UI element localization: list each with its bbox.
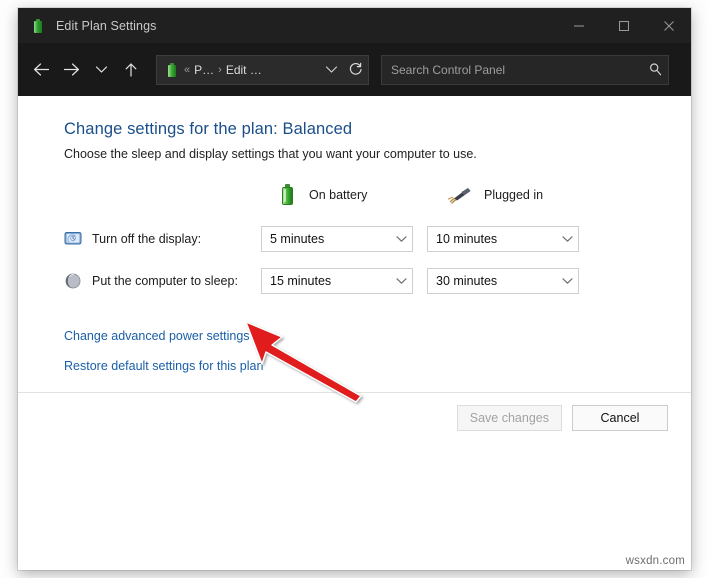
content-area: Change settings for the plan: Balanced C… [18,96,691,570]
refresh-icon[interactable] [342,62,368,77]
dropdown-display-on-battery[interactable]: 5 minutes [261,226,413,252]
site-watermark: wsxdn.com [625,555,685,567]
column-header-plugged-in: Plugged in [446,184,543,206]
breadcrumb-item-0[interactable]: P… [194,63,214,77]
page-subtitle: Choose the sleep and display settings th… [64,147,477,161]
recent-locations-chevron-down-icon[interactable] [86,53,116,87]
link-restore-default-settings[interactable]: Restore default settings for this plan [64,359,263,373]
save-changes-button[interactable]: Save changes [456,405,562,431]
battery-icon [30,18,46,34]
power-plug-icon [446,185,472,205]
search-control-panel-box[interactable] [381,54,669,85]
setting-label-sleep: Put the computer to sleep: [92,274,238,288]
navigation-bar: « P… › Edit … [18,43,691,96]
cancel-button[interactable]: Cancel [572,405,668,431]
address-bar[interactable]: « P… › Edit … [156,54,369,85]
footer-divider [18,392,691,393]
search-input[interactable] [382,62,642,77]
dropdown-value: 15 minutes [270,274,332,288]
display-monitor-icon [64,230,82,248]
address-chevron-down-icon[interactable] [320,65,342,74]
footer-button-row: Save changes Cancel [456,405,668,431]
setting-row-sleep: Put the computer to sleep: [18,268,238,294]
breadcrumb-item-1[interactable]: Edit … [226,63,262,77]
dropdown-sleep-plugged-in[interactable]: 30 minutes [427,268,579,294]
close-icon[interactable] [646,8,691,43]
chevron-down-icon[interactable] [556,235,578,243]
link-change-advanced-power-settings[interactable]: Change advanced power settings [64,329,250,343]
setting-row-display: Turn off the display: [18,226,201,252]
search-icon[interactable] [642,62,668,77]
breadcrumb-separator: › [218,63,222,76]
dropdown-value: 10 minutes [436,232,498,246]
back-arrow-icon[interactable] [26,53,56,87]
chevron-down-icon[interactable] [390,235,412,243]
forward-arrow-icon[interactable] [56,53,86,87]
breadcrumb-battery-icon [164,62,180,78]
column-label-on-battery: On battery [309,188,368,202]
dropdown-value: 30 minutes [436,274,498,288]
page-title: Change settings for the plan: Balanced [64,120,353,138]
column-label-plugged-in: Plugged in [484,188,544,202]
battery-icon [280,184,297,206]
setting-label-display: Turn off the display: [92,232,202,246]
mascot-icon [504,564,548,570]
dropdown-sleep-on-battery[interactable]: 15 minutes [261,268,413,294]
sleep-moon-icon [64,272,82,290]
breadcrumb-overflow[interactable]: « [184,64,190,76]
window-title: Edit Plan Settings [56,18,157,33]
chevron-down-icon[interactable] [390,277,412,285]
dropdown-display-plugged-in[interactable]: 10 minutes [427,226,579,252]
minimize-icon[interactable] [556,8,601,43]
maximize-icon[interactable] [601,8,646,43]
chevron-down-icon[interactable] [556,277,578,285]
window-titlebar: Edit Plan Settings [18,8,691,43]
edit-plan-settings-window: Edit Plan Settings « P… › Edit … Search … [18,8,691,570]
column-header-on-battery: On battery [280,184,367,206]
up-arrow-icon[interactable] [116,53,146,87]
dropdown-value: 5 minutes [270,232,325,246]
window-controls [556,8,691,43]
screenshot-root: Edit Plan Settings « P… › Edit … Search … [0,0,708,578]
